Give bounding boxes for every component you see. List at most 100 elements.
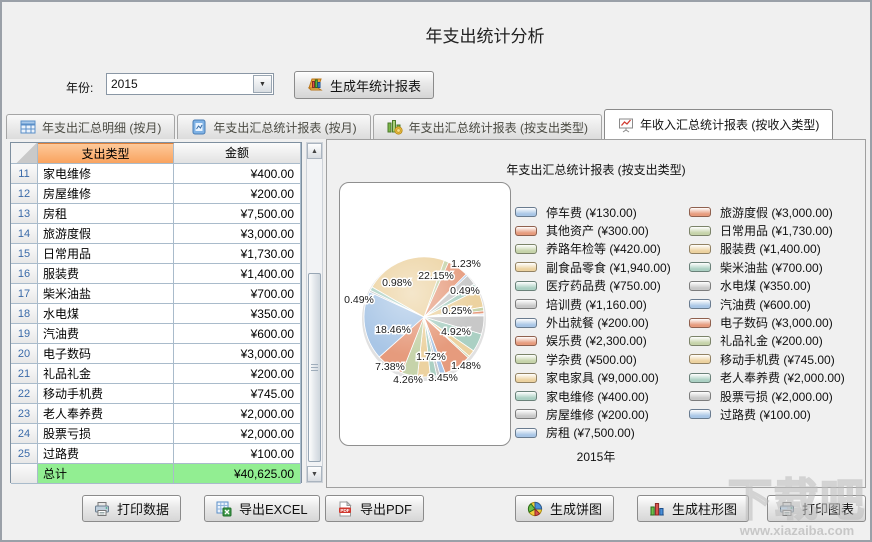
amount-cell: ¥600.00 (174, 324, 301, 344)
footer-button-label: 打印图表 (802, 502, 855, 517)
legend-swatch-icon (689, 335, 711, 346)
type-cell: 礼品礼金 (38, 364, 174, 384)
table-row[interactable]: 12 房屋维修 ¥200.00 (11, 184, 301, 204)
footer-button-label: 生成饼图 (550, 502, 603, 517)
year-value: 2015 (111, 77, 138, 91)
generate-annual-report-button[interactable]: 生成年统计报表 (294, 71, 435, 99)
footer-button-6[interactable]: 打印图表 (767, 495, 867, 522)
legend-swatch-icon (689, 207, 711, 218)
tab-2[interactable]: 年支出汇总统计报表 (按月) (177, 114, 371, 139)
tab-1[interactable]: 年支出汇总明细 (按月) (6, 114, 176, 139)
row-number-cell: 12 (11, 184, 38, 204)
legend-label: 汽油费 (¥600.00) (720, 297, 811, 312)
footer-button-label: 生成柱形图 (672, 502, 738, 517)
excel-icon (216, 501, 232, 517)
table-row[interactable]: 25 过路费 ¥100.00 (11, 444, 301, 464)
pie-percent-label: 0.49% (344, 294, 374, 306)
combo-dropdown-button[interactable]: ▼ (253, 75, 272, 93)
legend-swatch-icon (515, 427, 537, 438)
table-row[interactable]: 13 房租 ¥7,500.00 (11, 204, 301, 224)
table-row[interactable]: 21 礼品礼金 ¥200.00 (11, 364, 301, 384)
year-combobox[interactable]: 2015 ▼ (106, 73, 274, 95)
pie-percent-label: 7.38% (375, 361, 405, 373)
chart-panel-title: 年支出汇总统计报表 (按支出类型) (506, 163, 686, 177)
pie-percent-label: 3.45% (428, 372, 458, 384)
svg-text:PDF: PDF (340, 507, 349, 512)
footer-button-1[interactable]: 打印数据 (82, 495, 182, 522)
tab-3[interactable]: 年支出汇总统计报表 (按支出类型) (372, 114, 602, 139)
table-row[interactable]: 11 家电维修 ¥400.00 (11, 164, 301, 184)
table-row[interactable]: 15 日常用品 ¥1,730.00 (11, 244, 301, 264)
legend-item: 医疗药品费 (¥750.00) (515, 277, 671, 295)
footer-button-label: 打印数据 (117, 502, 170, 517)
table-row[interactable]: 14 旅游度假 ¥3,000.00 (11, 224, 301, 244)
scroll-up-button[interactable]: ▲ (307, 143, 322, 159)
legend-swatch-icon (689, 225, 711, 236)
legend-item: 娱乐费 (¥2,300.00) (515, 332, 671, 350)
amount-cell: ¥3,000.00 (174, 224, 301, 244)
pie-percent-label: 4.26% (393, 374, 423, 386)
row-number-cell: 16 (11, 264, 38, 284)
table-row[interactable]: 24 股票亏损 ¥2,000.00 (11, 424, 301, 444)
tab-4[interactable]: 年收入汇总统计报表 (按收入类型) (603, 109, 834, 139)
legend-label: 房租 (¥7,500.00) (546, 426, 635, 441)
table-row[interactable]: 20 电子数码 ¥3,000.00 (11, 344, 301, 364)
legend-label: 副食品零食 (¥1,940.00) (546, 260, 671, 275)
table-icon (20, 119, 36, 135)
amount-cell: ¥700.00 (174, 284, 301, 304)
legend-swatch-icon (689, 372, 711, 383)
legend-item: 过路费 (¥100.00) (689, 405, 845, 423)
table-row[interactable]: 18 水电煤 ¥350.00 (11, 304, 301, 324)
table-scrollbar[interactable]: ▲ ▼ (306, 142, 323, 483)
footer-button-3[interactable]: PDF 导出PDF (325, 495, 425, 522)
table-row[interactable]: 23 老人奉养费 ¥2,000.00 (11, 404, 301, 424)
total-row: 总计 ¥40,625.00 (11, 464, 301, 484)
table-row[interactable]: 22 移动手机费 ¥745.00 (11, 384, 301, 404)
column-header-type[interactable]: 支出类型 (38, 143, 174, 164)
legend-column-left: 停车费 (¥130.00) 其他资产 (¥300.00) 养路年检等 (¥420.0… (515, 203, 671, 442)
legend-label: 礼品礼金 (¥200.00) (720, 334, 823, 349)
scroll-thumb[interactable] (308, 273, 321, 462)
legend-label: 房屋维修 (¥200.00) (546, 407, 649, 422)
table-corner-cell (11, 143, 38, 164)
table-row[interactable]: 17 柴米油盐 ¥700.00 (11, 284, 301, 304)
footer-button-5[interactable]: 生成柱形图 (637, 495, 750, 522)
legend-swatch-icon (515, 335, 537, 346)
chart-year-label: 2015年 (576, 450, 616, 464)
tab-content-panel: 年支出汇总统计报表 (按支出类型) 1.23% 22.15% 0.98% 0.49% 0… (326, 139, 866, 488)
type-cell: 移动手机费 (38, 384, 174, 404)
type-cell: 房屋维修 (38, 184, 174, 204)
table-row[interactable]: 19 汽油费 ¥600.00 (11, 324, 301, 344)
presentation-icon (618, 117, 634, 133)
legend-swatch-icon (515, 299, 537, 310)
legend-label: 养路年检等 (¥420.00) (546, 242, 661, 257)
legend-label: 水电煤 (¥350.00) (720, 279, 811, 294)
amount-cell: ¥200.00 (174, 364, 301, 384)
table-row[interactable]: 16 服装费 ¥1,400.00 (11, 264, 301, 284)
legend-swatch-icon (515, 391, 537, 402)
amount-cell: ¥2,000.00 (174, 404, 301, 424)
legend-item: 电子数码 (¥3,000.00) (689, 313, 845, 331)
legend-item: 学杂费 (¥500.00) (515, 350, 671, 368)
type-cell: 过路费 (38, 444, 174, 464)
legend-label: 老人奉养费 (¥2,000.00) (720, 371, 845, 386)
scroll-down-button[interactable]: ▼ (307, 466, 322, 482)
pie-percent-label: 1.72% (416, 351, 446, 363)
tab-label: 年支出汇总统计报表 (按支出类型) (408, 120, 588, 135)
amount-cell: ¥1,400.00 (174, 264, 301, 284)
chart-3d-icon (307, 76, 323, 95)
legend-item: 礼品礼金 (¥200.00) (689, 332, 845, 350)
column-header-amount[interactable]: 金额 (174, 143, 301, 164)
legend-label: 家电家具 (¥9,000.00) (546, 371, 659, 386)
legend-item: 旅游度假 (¥3,000.00) (689, 203, 845, 221)
legend-label: 移动手机费 (¥745.00) (720, 352, 835, 367)
legend-swatch-icon (515, 354, 537, 365)
amount-cell: ¥7,500.00 (174, 204, 301, 224)
type-cell: 日常用品 (38, 244, 174, 264)
type-cell: 柴米油盐 (38, 284, 174, 304)
amount-cell: ¥200.00 (174, 184, 301, 204)
footer-button-4[interactable]: 生成饼图 (515, 495, 615, 522)
footer-button-2[interactable]: 导出EXCEL (204, 495, 320, 522)
legend-item: 水电煤 (¥350.00) (689, 277, 845, 295)
pie-percent-label: 4.92% (441, 326, 471, 338)
